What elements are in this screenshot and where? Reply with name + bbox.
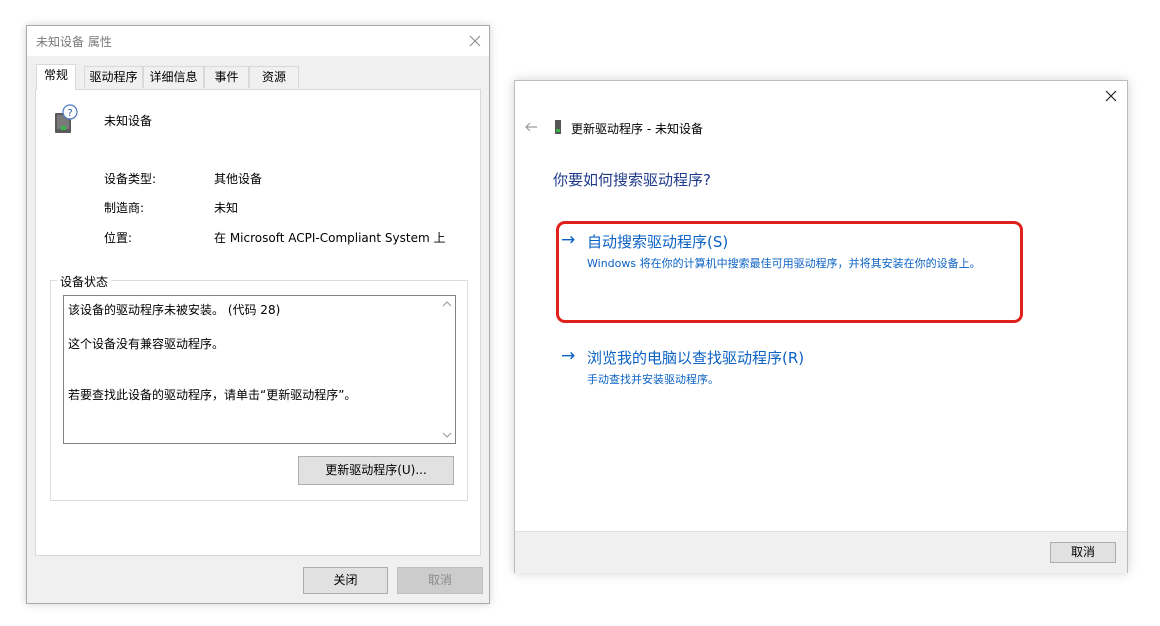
cancel-button[interactable]: 取消 bbox=[397, 567, 483, 594]
title-bar: 未知设备 属性 bbox=[27, 26, 489, 56]
wizard-heading: 你要如何搜索驱动程序? bbox=[553, 171, 711, 189]
status-line: 若要查找此设备的驱动程序，请单击“更新驱动程序”。 bbox=[68, 388, 357, 402]
location-label: 位置: bbox=[104, 231, 133, 245]
tab-events[interactable]: 事件 bbox=[204, 66, 249, 88]
wizard-footer: 取消 bbox=[515, 531, 1127, 573]
arrow-right-icon: → bbox=[561, 346, 576, 366]
scroll-up-icon bbox=[442, 301, 452, 307]
status-scrollbar[interactable] bbox=[439, 296, 455, 443]
update-driver-wizard: 更新驱动程序 - 未知设备 你要如何搜索驱动程序? → 自动搜索驱动程序(S) … bbox=[514, 80, 1128, 573]
manufacturer-value: 未知 bbox=[214, 201, 239, 215]
tab-general[interactable]: 常规 bbox=[36, 64, 76, 90]
device-properties-dialog: 未知设备 属性 常规 驱动程序 详细信息 事件 资源 ? 未知设备 设备类型: … bbox=[26, 25, 490, 604]
device-icon bbox=[553, 118, 563, 136]
status-line: 该设备的驱动程序未被安装。 (代码 28) bbox=[68, 303, 281, 317]
tab-driver[interactable]: 驱动程序 bbox=[84, 66, 143, 88]
close-icon[interactable] bbox=[466, 32, 484, 50]
back-arrow-icon[interactable] bbox=[523, 119, 539, 135]
close-icon[interactable] bbox=[1102, 87, 1120, 105]
device-type-value: 其他设备 bbox=[214, 172, 263, 186]
wizard-cancel-button[interactable]: 取消 bbox=[1050, 542, 1116, 563]
location-value: 在 Microsoft ACPI-Compliant System 上 bbox=[214, 231, 446, 245]
dialog-title: 未知设备 属性 bbox=[36, 35, 112, 49]
device-name: 未知设备 bbox=[104, 114, 153, 128]
auto-search-option[interactable]: → 自动搜索驱动程序(S) Windows 将在你的计算机中搜索最佳可用驱动程序… bbox=[561, 229, 1001, 271]
browse-computer-description: 手动查找并安装驱动程序。 bbox=[587, 373, 719, 386]
device-type-label: 设备类型: bbox=[104, 172, 157, 186]
device-status-title: 设备状态 bbox=[57, 273, 112, 290]
close-button[interactable]: 关闭 bbox=[303, 567, 388, 594]
scroll-down-icon bbox=[442, 432, 452, 438]
status-line: 这个设备没有兼容驱动程序。 bbox=[68, 337, 225, 351]
wizard-title: 更新驱动程序 - 未知设备 bbox=[571, 122, 703, 136]
arrow-right-icon: → bbox=[561, 230, 576, 250]
unknown-device-icon: ? bbox=[48, 104, 82, 138]
auto-search-description: Windows 将在你的计算机中搜索最佳可用驱动程序，并将其安装在你的设备上。 bbox=[587, 257, 981, 270]
device-status-textbox[interactable]: 该设备的驱动程序未被安装。 (代码 28) 这个设备没有兼容驱动程序。 若要查找… bbox=[63, 295, 456, 444]
svg-text:?: ? bbox=[67, 108, 72, 119]
manufacturer-label: 制造商: bbox=[104, 201, 145, 215]
browse-computer-option[interactable]: → 浏览我的电脑以查找驱动程序(R) 手动查找并安装驱动程序。 bbox=[561, 345, 1001, 387]
browse-computer-title: 浏览我的电脑以查找驱动程序(R) bbox=[587, 349, 805, 367]
update-driver-button[interactable]: 更新驱动程序(U)... bbox=[298, 456, 454, 485]
tab-resources[interactable]: 资源 bbox=[249, 66, 299, 88]
tab-details[interactable]: 详细信息 bbox=[143, 66, 204, 88]
auto-search-title: 自动搜索驱动程序(S) bbox=[587, 233, 729, 251]
